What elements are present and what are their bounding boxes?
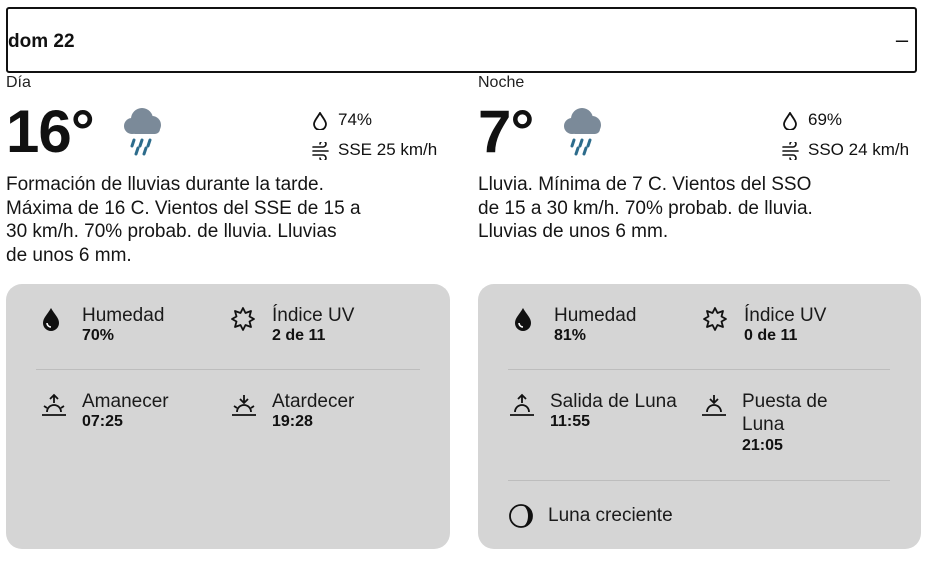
- moonset-label-line2: Luna: [742, 414, 785, 435]
- moonset-label: Puesta de: [742, 391, 828, 412]
- sun-burst-icon: [231, 307, 255, 331]
- rain-cloud-icon: [564, 108, 601, 156]
- drop-icon: [783, 112, 797, 130]
- moonset-icon: [702, 395, 726, 416]
- wind-icon: [782, 142, 799, 160]
- drop-icon: [515, 308, 531, 331]
- moonrise-value: 11:55: [550, 413, 591, 430]
- moonset-value: 21:05: [742, 437, 783, 454]
- description-line: Máxima de 16 C. Vientos del SSE de 15 a: [6, 197, 361, 219]
- uv-value: 2 de 11: [272, 327, 326, 344]
- uv-label: Índice UV: [272, 305, 355, 326]
- description-line: Lluvia. Mínima de 7 C. Vientos del SSO: [478, 174, 812, 195]
- day-details-card: Humedad 70% Índice UV 2 de 11 Amanecer 0…: [6, 284, 450, 549]
- day-description: Formación de lluvias durante la tarde. M…: [6, 173, 361, 267]
- humidity-value: 70%: [82, 327, 115, 344]
- sunset-value: 19:28: [272, 413, 313, 430]
- night-description: Lluvia. Mínima de 7 C. Vientos del SSO d…: [478, 173, 813, 244]
- night-precip-value: 69%: [808, 110, 843, 129]
- sunrise-label: Amanecer: [82, 391, 169, 412]
- moonrise-icon: [510, 393, 534, 416]
- sun-burst-icon: [703, 307, 727, 331]
- drop-icon: [43, 308, 59, 331]
- night-temperature: 7°: [478, 98, 534, 165]
- humidity-label: Humedad: [554, 305, 637, 326]
- description-line: Lluvias de unos 6 mm.: [478, 221, 669, 242]
- collapse-button[interactable]: –: [891, 29, 913, 51]
- moon-phase-label: Luna creciente: [548, 505, 673, 526]
- day-precip-value: 74%: [338, 110, 373, 129]
- drop-icon: [313, 112, 327, 130]
- uv-value: 0 de 11: [744, 327, 798, 344]
- night-wind-value: SSO 24 km/h: [808, 140, 910, 159]
- humidity-label: Humedad: [82, 305, 165, 326]
- description-line: 30 km/h. 70% probab. de lluvia. Lluvias: [6, 221, 337, 242]
- night-label: Noche: [478, 74, 525, 91]
- wind-icon: [312, 142, 329, 160]
- day-header[interactable]: dom 22 –: [6, 7, 917, 73]
- card-divider: [508, 369, 890, 370]
- uv-label: Índice UV: [744, 305, 827, 326]
- card-divider: [508, 480, 890, 481]
- sunrise-icon: [42, 393, 66, 416]
- rain-cloud-icon: [124, 108, 161, 156]
- day-title: dom 22: [8, 31, 75, 52]
- sunset-label: Atardecer: [272, 391, 355, 412]
- day-label: Día: [6, 74, 31, 91]
- day-temperature: 16°: [6, 98, 95, 165]
- moonrise-label: Salida de Luna: [550, 391, 677, 412]
- sunrise-value: 07:25: [82, 413, 123, 430]
- sunset-icon: [232, 395, 256, 416]
- description-line: Formación de lluvias durante la tarde.: [6, 174, 324, 195]
- description-line: de unos 6 mm.: [6, 244, 132, 266]
- humidity-value: 81%: [554, 327, 587, 344]
- moon-phase-icon: [509, 504, 533, 528]
- description-line: de 15 a 30 km/h. 70% probab. de lluvia.: [478, 197, 813, 219]
- card-divider: [36, 369, 420, 370]
- night-details-card: Humedad 81% Índice UV 0 de 11 Salida de …: [478, 284, 921, 549]
- day-wind-value: SSE 25 km/h: [338, 140, 438, 159]
